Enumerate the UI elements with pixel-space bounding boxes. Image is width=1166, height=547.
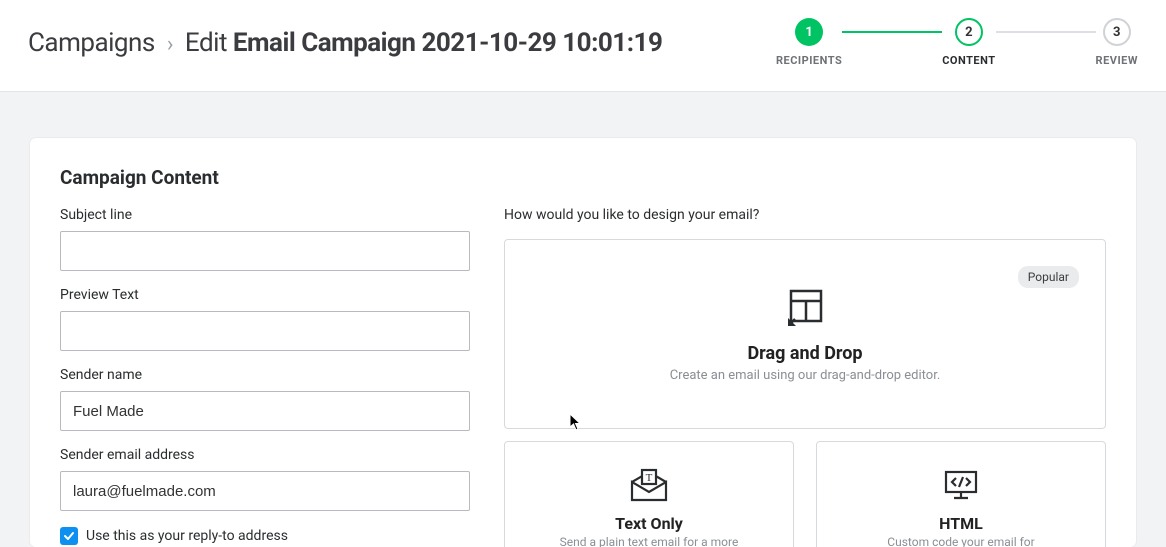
layout-builder-icon xyxy=(781,285,829,333)
option-title: HTML xyxy=(939,514,983,533)
subject-line-label: Subject line xyxy=(60,207,470,223)
design-options-column: How would you like to design your email?… xyxy=(504,207,1106,547)
replyto-checkbox-label: Use this as your reply-to address xyxy=(86,528,288,544)
breadcrumb-root[interactable]: Campaigns xyxy=(28,28,155,58)
popular-badge: Popular xyxy=(1018,266,1079,288)
checkmark-icon[interactable] xyxy=(60,527,78,545)
option-drag-and-drop[interactable]: Popular Drag and Drop Create an email us… xyxy=(504,239,1106,429)
form-column: Subject line Preview Text Sender name Se… xyxy=(60,207,470,547)
step-content[interactable]: 2 CONTENT xyxy=(942,18,995,67)
step-label: REVIEW xyxy=(1096,54,1138,67)
svg-text:T: T xyxy=(646,472,653,484)
step-connector xyxy=(842,31,942,33)
sender-name-label: Sender name xyxy=(60,367,470,383)
code-monitor-icon xyxy=(940,468,982,504)
step-connector xyxy=(996,31,1096,33)
preview-text-input[interactable] xyxy=(60,311,470,351)
progress-stepper: 1 RECIPIENTS 2 CONTENT 3 REVIEW xyxy=(776,18,1138,67)
design-question: How would you like to design your email? xyxy=(504,207,1106,223)
campaign-name: Email Campaign 2021-10-29 10:01:19 xyxy=(233,28,662,58)
step-number: 1 xyxy=(795,18,823,46)
option-title: Drag and Drop xyxy=(747,343,862,364)
option-title: Text Only xyxy=(615,514,683,533)
option-desc: Custom code your email for xyxy=(887,535,1034,547)
step-recipients[interactable]: 1 RECIPIENTS xyxy=(776,18,842,67)
replyto-checkbox-row[interactable]: Use this as your reply-to address xyxy=(60,527,470,545)
envelope-text-icon: T xyxy=(628,468,670,504)
sender-email-input[interactable] xyxy=(60,471,470,511)
content-card: Campaign Content Subject line Preview Te… xyxy=(30,138,1136,547)
chevron-right-icon: › xyxy=(167,32,173,57)
option-desc: Create an email using our drag-and-drop … xyxy=(670,368,941,383)
page-header: Campaigns › Edit Email Campaign 2021-10-… xyxy=(0,0,1166,92)
option-text-only[interactable]: T Text Only Send a plain text email for … xyxy=(504,441,794,547)
sender-name-input[interactable] xyxy=(60,391,470,431)
breadcrumb: Campaigns › Edit Email Campaign 2021-10-… xyxy=(28,28,662,58)
step-review[interactable]: 3 REVIEW xyxy=(1096,18,1138,67)
page-body: Campaign Content Subject line Preview Te… xyxy=(0,92,1166,547)
step-number: 3 xyxy=(1103,18,1131,46)
step-number: 2 xyxy=(955,18,983,46)
option-html[interactable]: HTML Custom code your email for xyxy=(816,441,1106,547)
card-title: Campaign Content xyxy=(60,166,1106,189)
step-label: CONTENT xyxy=(942,54,995,67)
option-desc: Send a plain text email for a more xyxy=(560,535,739,547)
subject-line-input[interactable] xyxy=(60,231,470,271)
sender-email-label: Sender email address xyxy=(60,447,470,463)
breadcrumb-edit-word: Edit xyxy=(185,28,227,58)
preview-text-label: Preview Text xyxy=(60,287,470,303)
step-label: RECIPIENTS xyxy=(776,54,842,67)
